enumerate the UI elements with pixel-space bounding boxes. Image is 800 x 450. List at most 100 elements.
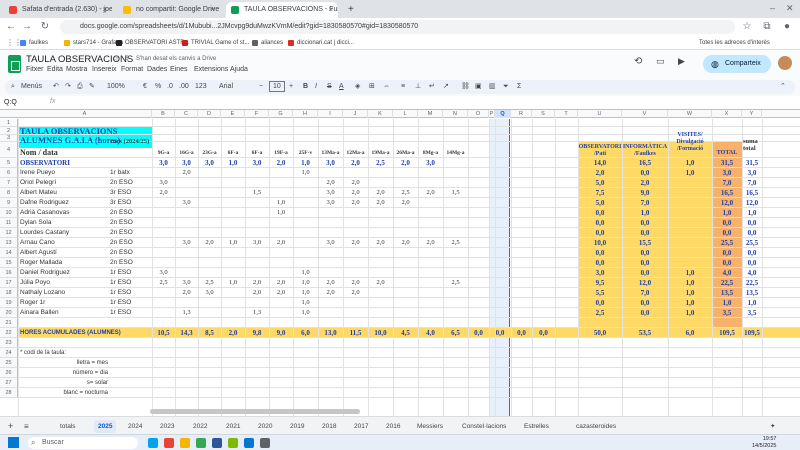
settings-icon[interactable]	[260, 438, 270, 448]
column-header[interactable]: G	[269, 110, 293, 118]
column-header[interactable]: Y	[742, 110, 762, 118]
bookmark-item[interactable]: faulkes	[20, 37, 48, 49]
print-icon[interactable]: ⎙	[77, 80, 83, 94]
merge-icon[interactable]: ⇔	[383, 80, 390, 94]
row-header[interactable]: 24	[0, 348, 18, 358]
rotate-icon[interactable]: ↗	[443, 80, 449, 94]
menu-item[interactable]: Insereix	[92, 66, 117, 73]
column-header[interactable]: O	[468, 110, 489, 118]
zoom-select[interactable]: 100%	[107, 80, 125, 94]
sheet-tab[interactable]: 2024	[128, 420, 142, 433]
sheet-tab[interactable]: 2019	[290, 420, 304, 433]
bookmark-item[interactable]: aliances	[252, 37, 283, 49]
font-size-minus[interactable]: −	[259, 80, 263, 94]
collapse-toolbar-icon[interactable]: ⌃	[780, 80, 786, 94]
close-window-icon[interactable]: ✕	[786, 3, 794, 14]
browser-tab[interactable]: TAULA OBSERVACIONS - Fulls ×	[226, 2, 338, 18]
add-sheet-icon[interactable]: +	[8, 420, 13, 433]
menu-item[interactable]: Mostra	[66, 66, 87, 73]
sheet-tab[interactable]: 2016	[386, 420, 400, 433]
font-size-field[interactable]: 10	[269, 81, 285, 92]
sheets-logo-icon[interactable]	[8, 55, 21, 73]
column-header[interactable]: A	[18, 110, 152, 118]
row-header[interactable]: 26	[0, 368, 18, 378]
meet-icon[interactable]: ▶	[678, 56, 685, 67]
browser-tab[interactable]: Safata d'entrada (2.630) - jperu ×	[4, 2, 112, 18]
sheet-tab[interactable]: 2023	[160, 420, 174, 433]
search-icon[interactable]: ⌕	[11, 80, 15, 94]
chart-icon[interactable]: ▥	[489, 80, 496, 94]
tab-close-icon[interactable]: ×	[210, 2, 215, 18]
column-header[interactable]: D	[198, 110, 221, 118]
new-tab-button[interactable]: +	[344, 2, 358, 18]
reload-icon[interactable]: ↻	[38, 20, 52, 34]
row-header[interactable]: 23	[0, 338, 18, 348]
sheet-tab[interactable]: 2025	[94, 420, 117, 433]
font-select[interactable]: Arial	[219, 80, 233, 94]
row-header[interactable]: 25	[0, 358, 18, 368]
sheet-tab[interactable]: totals	[60, 420, 76, 433]
column-header[interactable]: V	[622, 110, 668, 118]
menu-item[interactable]: Extensions	[194, 66, 228, 73]
link-icon[interactable]: ⛓	[461, 80, 470, 94]
app-icon[interactable]	[164, 438, 174, 448]
name-box[interactable]: Q:Q	[4, 98, 44, 108]
column-header[interactable]: N	[443, 110, 468, 118]
menu-item[interactable]: Edita	[47, 66, 63, 73]
currency-button[interactable]: €	[143, 80, 147, 94]
column-header[interactable]: L	[393, 110, 418, 118]
row-header[interactable]: 11	[0, 218, 18, 228]
star-icon[interactable]: ☆	[740, 20, 754, 34]
row-header[interactable]: 4	[0, 142, 18, 158]
row-header[interactable]: 2	[0, 127, 18, 135]
menu-item[interactable]: Ajuda	[230, 66, 248, 73]
bookmark-item[interactable]: OBSERVATORI ASTR...	[116, 37, 190, 49]
column-header[interactable]: E	[221, 110, 245, 118]
align-icon[interactable]: ≡	[401, 80, 405, 94]
extensions-icon[interactable]: ⧉	[760, 20, 774, 34]
percent-button[interactable]: %	[155, 80, 161, 94]
row-header[interactable]: 17	[0, 278, 18, 288]
fill-color-icon[interactable]: ◈	[355, 80, 360, 94]
all-bookmarks-link[interactable]: Totes les adreces d'interès	[690, 37, 770, 49]
row-header[interactable]: 6	[0, 168, 18, 178]
number-format-button[interactable]: 123	[195, 80, 207, 94]
sheet-tab[interactable]: 2017	[354, 420, 368, 433]
functions-icon[interactable]: Σ	[517, 80, 521, 94]
sheet-tab[interactable]: Messiers	[417, 420, 443, 433]
history-icon[interactable]: ⟲	[634, 56, 642, 67]
word-icon[interactable]	[212, 438, 222, 448]
row-header[interactable]: 28	[0, 388, 18, 398]
column-header[interactable]: C	[175, 110, 198, 118]
row-header[interactable]: 5	[0, 158, 18, 168]
filter-icon[interactable]: ⏷	[503, 80, 509, 94]
column-header[interactable]: H	[293, 110, 318, 118]
sheet-tab[interactable]: cazasteroides	[576, 420, 616, 433]
url-field[interactable]: docs.google.com/spreadsheets/d/1Mububi..…	[60, 20, 735, 34]
row-header[interactable]: 13	[0, 238, 18, 248]
chrome-icon[interactable]	[196, 438, 206, 448]
horizontal-scrollbar[interactable]	[150, 409, 360, 414]
row-header[interactable]: 12	[0, 228, 18, 238]
sheet-tab[interactable]: Constel·lacions	[462, 420, 506, 433]
column-header[interactable]: M	[418, 110, 443, 118]
column-header[interactable]: T	[555, 110, 578, 118]
column-header[interactable]: B	[152, 110, 175, 118]
menu-item[interactable]: Format	[121, 66, 143, 73]
formula-input[interactable]	[66, 97, 786, 108]
row-header[interactable]: 1	[0, 119, 18, 127]
row-header[interactable]: 21	[0, 318, 18, 328]
bookmark-item[interactable]: stars714 - Grafana	[64, 37, 123, 49]
wrap-icon[interactable]: ↵	[429, 80, 435, 94]
column-header[interactable]: K	[368, 110, 393, 118]
menus-button[interactable]: Menús	[21, 80, 42, 94]
explore-icon[interactable]: ✦	[770, 420, 775, 433]
minimize-icon[interactable]: –	[770, 3, 775, 13]
paint-format-icon[interactable]: ✎	[89, 80, 95, 94]
row-header[interactable]: 7	[0, 178, 18, 188]
row-header[interactable]: 18	[0, 288, 18, 298]
row-header[interactable]: 14	[0, 248, 18, 258]
forward-icon[interactable]: →	[20, 20, 34, 34]
folder-icon[interactable]	[180, 438, 190, 448]
move-icon[interactable]: ⇪	[124, 54, 130, 62]
